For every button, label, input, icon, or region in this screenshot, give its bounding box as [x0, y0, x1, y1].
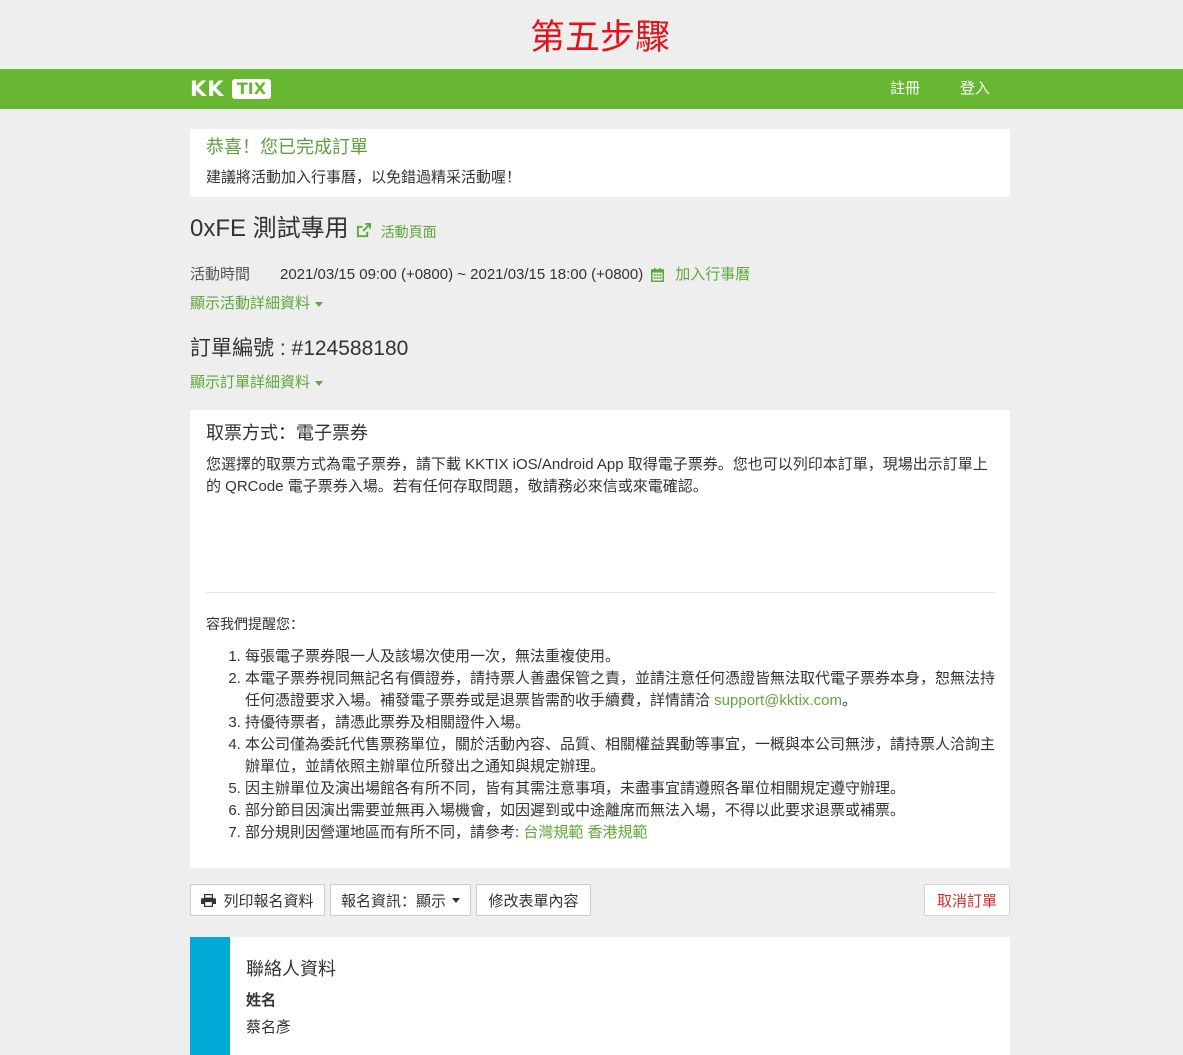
divider [206, 592, 995, 593]
external-link-icon [356, 222, 371, 237]
contact-name-value: 蔡名彥 [246, 1019, 292, 1036]
order-actions: 列印報名資料 報名資訊：顯示 修改表單內容 取消訂單 [190, 884, 1010, 916]
contact-info-panel: 聯絡人資料 姓名 蔡名彥 [190, 937, 1010, 1055]
show-order-details-toggle[interactable]: 顯示訂單詳細資料 [190, 372, 324, 394]
event-time-label: 活動時間 [190, 266, 251, 283]
list-item: 因主辦單位及演出場館各有所不同，皆有其需注意事項，未盡事宜請遵照各單位相關規定遵… [245, 778, 1000, 800]
list-item: 本電子票券視同無記名有價證券，請持票人善盡保管之責，並請注意任何憑證皆無法取代電… [245, 668, 1000, 712]
add-to-calendar-link[interactable]: 加入行事曆 [651, 264, 750, 286]
show-event-details-label: 顯示活動詳細資料 [190, 295, 311, 312]
caret-down-icon [315, 380, 324, 386]
list-item: 持優待票者，請憑此票券及相關證件入場。 [245, 712, 1000, 734]
caret-down-icon [452, 897, 460, 903]
nav-login-link[interactable]: 登入 [940, 69, 1010, 109]
order-number-value: #124588180 [291, 337, 409, 360]
show-event-details-toggle[interactable]: 顯示活動詳細資料 [190, 293, 324, 315]
registration-info-dropdown[interactable]: 報名資訊：顯示 [330, 884, 471, 916]
list-item: 每張電子票券限一人及該場次使用一次，無法重複使用。 [245, 646, 1000, 668]
notice-title: 恭喜！您已完成訂單 [206, 137, 368, 157]
support-email-link[interactable]: support@kktix.com [714, 692, 842, 709]
nav-register-link[interactable]: 註冊 [870, 69, 940, 109]
edit-form-button[interactable]: 修改表單內容 [476, 884, 591, 916]
contact-title: 聯絡人資料 [246, 959, 336, 979]
event-time-row: 活動時間 2021/03/15 09:00 (+0800) ~ 2021/03/… [190, 264, 750, 286]
reminder-list: 每張電子票券限一人及該場次使用一次，無法重複使用。 本電子票券視同無記名有價證券… [206, 646, 1000, 844]
reminder-text: 因主辦單位及演出場館各有所不同，皆有其需注意事項，未盡事宜請遵照各單位相關規定遵… [245, 780, 906, 797]
printer-icon [201, 893, 217, 907]
notice-message: 建議將活動加入行事曆，以免錯過精采活動喔！ [206, 169, 522, 186]
event-time-value: 2021/03/15 09:00 (+0800) ~ 2021/03/15 18… [280, 266, 644, 283]
contact-accent-bar [190, 937, 230, 1055]
reminder-text: 部分規則因營運地區而有所不同，請參考: [245, 824, 524, 841]
order-number-label: 訂單編號 : [190, 337, 286, 360]
order-complete-notice: 恭喜！您已完成訂單 建議將活動加入行事曆，以免錯過精采活動喔！ [190, 129, 1010, 197]
event-page-link[interactable]: 活動頁面 [356, 222, 437, 242]
step-heading: 第五步驟 [529, 18, 670, 58]
order-number-heading: 訂單編號 : #124588180 [190, 336, 408, 362]
event-title: 0xFE 測試專用 [190, 215, 349, 242]
calendar-icon [651, 268, 665, 282]
contact-name-label: 姓名 [246, 992, 277, 1009]
add-to-calendar-label: 加入行事曆 [675, 266, 751, 283]
reminder-text: 本電子票券視同無記名有價證券，請持票人善盡保管之責，並請注意任何憑證皆無法取代電… [245, 670, 996, 709]
event-title-row: 0xFE 測試專用 活動頁面 [190, 214, 437, 244]
logo-kk-text: KK [190, 77, 225, 101]
list-item: 部分規則因營運地區而有所不同，請參考: 台灣規範 香港規範 [245, 822, 1000, 844]
ticket-method-panel: 取票方式：電子票券 您選擇的取票方式為電子票券，請下載 KKTIX iOS/An… [190, 410, 1010, 868]
nav-links: 註冊 登入 [870, 69, 1010, 109]
list-item: 部分節目因演出需要並無再入場機會，如因遲到或中途離席而無法入場，不得以此要求退票… [245, 800, 1000, 822]
ticket-method-title: 取票方式：電子票券 [206, 423, 368, 443]
reminder-text: 本公司僅為委託代售票務單位，關於活動內容、品質、相關權益異動等事宜，一概與本公司… [245, 736, 996, 775]
hongkong-rules-link[interactable]: 香港規範 [588, 824, 648, 841]
event-page-link-label: 活動頁面 [380, 224, 437, 240]
caret-down-icon [315, 301, 324, 307]
reminder-title: 容我們提醒您： [206, 616, 304, 632]
logo-tix-text: TIX [232, 79, 271, 99]
kktix-logo[interactable]: KK TIX [190, 77, 271, 101]
registration-info-label: 報名資訊：顯示 [340, 892, 446, 910]
cancel-order-button[interactable]: 取消訂單 [924, 884, 1010, 916]
reminder-text: 每張電子票券限一人及該場次使用一次，無法重複使用。 [245, 648, 621, 665]
top-navbar: KK TIX 註冊 登入 [0, 69, 1183, 109]
show-order-details-label: 顯示訂單詳細資料 [190, 374, 311, 391]
taiwan-rules-link[interactable]: 台灣規範 [523, 824, 583, 841]
list-item: 本公司僅為委託代售票務單位，關於活動內容、品質、相關權益異動等事宜，一概與本公司… [245, 734, 1000, 778]
print-registration-button[interactable]: 列印報名資料 [190, 884, 325, 916]
reminder-text: 持優待票者，請憑此票券及相關證件入場。 [245, 714, 531, 731]
reminder-text: 部分節目因演出需要並無再入場機會，如因遲到或中途離席而無法入場，不得以此要求退票… [245, 802, 906, 819]
reminder-text-end: 。 [841, 692, 857, 709]
ticket-method-description: 您選擇的取票方式為電子票券，請下載 KKTIX iOS/Android App … [206, 456, 988, 495]
print-registration-label: 列印報名資料 [223, 892, 314, 910]
